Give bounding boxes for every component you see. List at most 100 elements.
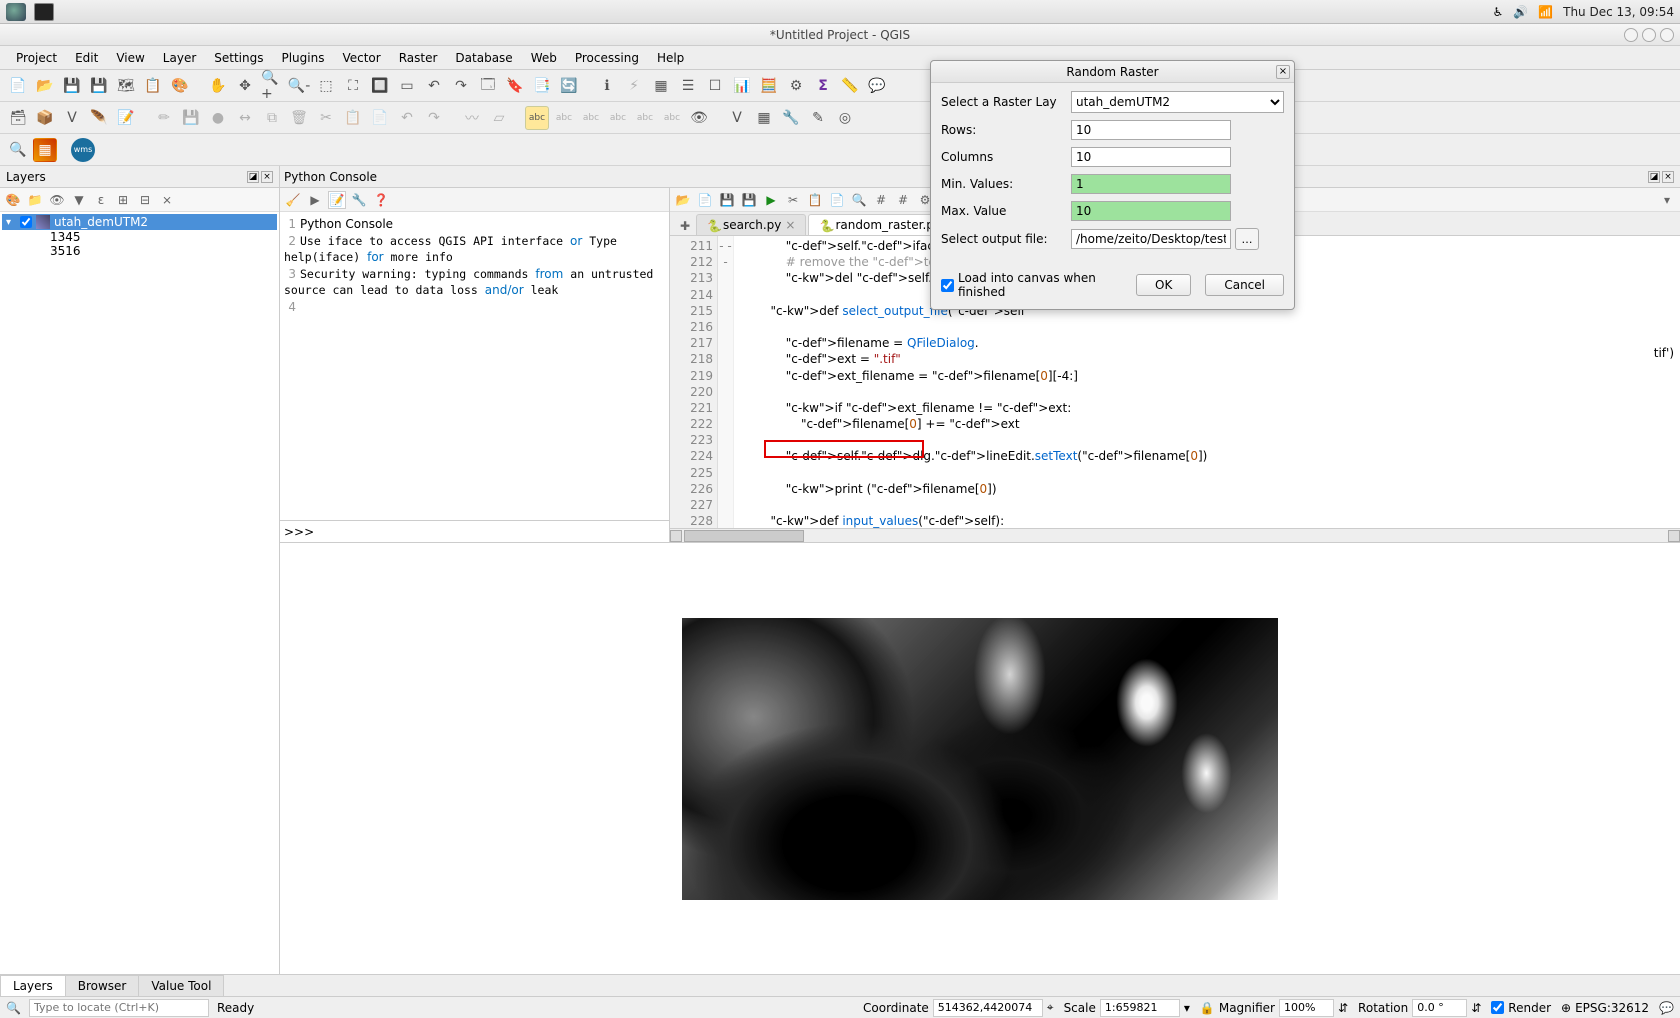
move-feature-icon[interactable]: ↔ [233, 106, 257, 130]
menu-plugins[interactable]: Plugins [273, 48, 332, 68]
layer-tree[interactable]: ▾ utah_demUTM2 1345 3516 [0, 212, 279, 974]
pyconsole-close-icon[interactable]: × [1662, 171, 1674, 183]
label-tool3-icon[interactable]: abc [606, 106, 630, 130]
menu-help[interactable]: Help [649, 48, 692, 68]
layer-row-utah[interactable]: ▾ utah_demUTM2 [2, 214, 277, 230]
run-command-icon[interactable]: ▶ [306, 191, 324, 209]
digitize-line-icon[interactable]: 〰 [460, 106, 484, 130]
comment-icon[interactable]: # [872, 191, 890, 209]
crs-text[interactable]: EPSG:32612 [1575, 1001, 1649, 1015]
save-as-file-icon[interactable]: 💾 [740, 191, 758, 209]
measure-icon[interactable]: 📏 [838, 74, 862, 98]
node-tool-icon[interactable]: ⧉ [260, 106, 284, 130]
deselect-icon[interactable]: ☐ [703, 74, 727, 98]
expression-filter-icon[interactable]: ε [92, 191, 110, 209]
refresh-icon[interactable]: 🔄 [557, 74, 581, 98]
help-icon[interactable]: ❓ [372, 191, 390, 209]
layout-manager-icon[interactable]: 📋 [141, 74, 165, 98]
label-abc-icon[interactable]: abc [525, 106, 549, 130]
panel-undock-icon[interactable]: ◪ [247, 171, 259, 183]
dialog-close-icon[interactable]: × [1276, 65, 1290, 79]
cut-icon[interactable]: ✂ [314, 106, 338, 130]
bottom-tab-browser[interactable]: Browser [65, 975, 140, 996]
zoom-full-icon[interactable]: ⛶ [341, 74, 365, 98]
menu-project[interactable]: Project [8, 48, 65, 68]
new-layout-icon[interactable]: 🗺 [114, 74, 138, 98]
expand-all-icon[interactable]: ⊞ [114, 191, 132, 209]
tab-close-icon[interactable]: × [785, 218, 795, 232]
plugin-target-icon[interactable]: ◎ [833, 106, 857, 130]
magnifier-input[interactable] [1279, 999, 1334, 1017]
menu-processing[interactable]: Processing [567, 48, 647, 68]
zoom-in-icon[interactable]: 🔍+ [260, 74, 284, 98]
accessibility-icon[interactable]: ♿ [1492, 5, 1503, 19]
locate-input[interactable] [29, 999, 209, 1017]
close-button[interactable] [1660, 28, 1674, 42]
zoom-next-icon[interactable]: ↷ [449, 74, 473, 98]
bookmarks-icon[interactable]: 📑 [530, 74, 554, 98]
cancel-button[interactable]: Cancel [1205, 274, 1284, 296]
new-project-icon[interactable]: 📄 [6, 74, 30, 98]
save-file-icon[interactable]: 💾 [718, 191, 736, 209]
zoom-layer-icon[interactable]: ▭ [395, 74, 419, 98]
menu-settings[interactable]: Settings [206, 48, 271, 68]
filter-legend-icon[interactable]: ▼ [70, 191, 88, 209]
pyconsole-output[interactable]: 1Python Console 2Use iface to access QGI… [280, 212, 669, 520]
map-canvas[interactable] [280, 543, 1680, 974]
rows-input[interactable] [1071, 120, 1231, 140]
attribute-table-icon[interactable]: 📊 [730, 74, 754, 98]
select-features-icon[interactable]: ▦ [649, 74, 673, 98]
clock[interactable]: Thu Dec 13, 09:54 [1563, 5, 1674, 19]
save-project-icon[interactable]: 💾 [60, 74, 84, 98]
editor-menu-icon[interactable]: ▾ [1658, 191, 1676, 209]
scroll-right-icon[interactable] [1668, 530, 1680, 542]
select-value-icon[interactable]: ☰ [676, 74, 700, 98]
toolbox-icon[interactable]: ⚙ [784, 74, 808, 98]
render-checkbox[interactable] [1491, 1001, 1504, 1014]
output-input[interactable] [1071, 229, 1231, 249]
plugin-grid-icon[interactable]: ▦ [752, 106, 776, 130]
add-group-icon[interactable]: 📁 [26, 191, 44, 209]
label-tool2-icon[interactable]: abc [579, 106, 603, 130]
plugin-tool-icon[interactable]: 🔧 [779, 106, 803, 130]
action-icon[interactable]: ⚡ [622, 74, 646, 98]
label-tool1-icon[interactable]: abc [552, 106, 576, 130]
toggle-edit-icon[interactable]: ✏ [152, 106, 176, 130]
new-spatialite-icon[interactable]: 🪶 [87, 106, 111, 130]
cols-input[interactable] [1071, 147, 1231, 167]
extents-icon[interactable]: ⌖ [1047, 1000, 1054, 1015]
magnifier-spinner-icon[interactable]: ⇵ [1338, 1001, 1348, 1015]
new-geopackage-icon[interactable]: 📦 [33, 106, 57, 130]
remove-layer-icon[interactable]: ⨯ [158, 191, 176, 209]
load-canvas-checkbox-label[interactable]: Load into canvas when finished [941, 271, 1128, 299]
tab-search-py[interactable]: 🐍 search.py × [696, 214, 806, 235]
rotation-spinner-icon[interactable]: ⇵ [1471, 1001, 1481, 1015]
cut-text-icon[interactable]: ✂ [784, 191, 802, 209]
open-project-icon[interactable]: 📂 [33, 74, 57, 98]
clear-console-icon[interactable]: 🧹 [284, 191, 302, 209]
editor-hscrollbar[interactable] [670, 528, 1680, 542]
plugin-v-icon[interactable]: V [725, 106, 749, 130]
scroll-thumb[interactable] [684, 530, 804, 542]
panel-close-icon[interactable]: × [261, 171, 273, 183]
menu-vector[interactable]: Vector [334, 48, 388, 68]
scale-input[interactable] [1100, 999, 1180, 1017]
delete-selected-icon[interactable]: 🗑 [287, 106, 311, 130]
menu-layer[interactable]: Layer [155, 48, 204, 68]
map-tips-icon[interactable]: 💬 [865, 74, 889, 98]
volume-icon[interactable]: 🔊 [1513, 5, 1528, 19]
pyconsole-undock-icon[interactable]: ◪ [1648, 171, 1660, 183]
new-file-icon[interactable]: 📄 [696, 191, 714, 209]
options-icon[interactable]: 🔧 [350, 191, 368, 209]
open-file-icon[interactable]: 📂 [674, 191, 692, 209]
menu-raster[interactable]: Raster [391, 48, 446, 68]
scroll-left-icon[interactable] [670, 530, 682, 542]
lock-icon[interactable]: 🔒 [1200, 1001, 1215, 1015]
manage-visibility-icon[interactable]: 👁 [48, 191, 66, 209]
label-tool5-icon[interactable]: abc [660, 106, 684, 130]
label-tool4-icon[interactable]: abc [633, 106, 657, 130]
menu-view[interactable]: View [108, 48, 152, 68]
raster-calc-icon[interactable]: ▦ [33, 138, 57, 162]
copy-text-icon[interactable]: 📋 [806, 191, 824, 209]
layer-visibility-checkbox[interactable] [20, 216, 32, 228]
